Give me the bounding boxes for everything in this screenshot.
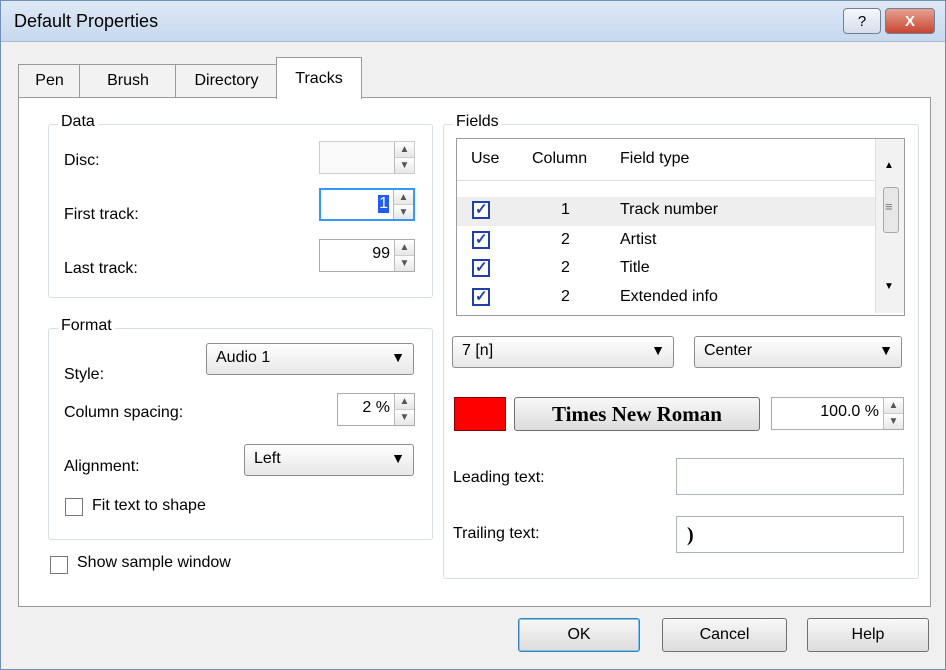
check-icon: ✓ <box>475 259 488 276</box>
last-track-spin-down-icon[interactable]: ▼ <box>394 255 414 271</box>
field-row-title[interactable]: ✓ 2 Title <box>457 255 875 284</box>
show-sample-window-label[interactable]: Show sample window <box>77 554 231 572</box>
tab-brush[interactable]: Brush <box>79 64 177 97</box>
field-type-column-header[interactable]: Field type <box>620 150 689 168</box>
field-row-extended-info[interactable]: ✓ 2 Extended info <box>457 284 875 313</box>
scroll-thumb[interactable]: ≡ <box>883 187 899 233</box>
font-scale-spin-up-icon[interactable]: ▲ <box>883 398 903 414</box>
title-bar: Default Properties ? X <box>1 1 945 42</box>
field-size-dropdown[interactable]: 7 [n] ▼ <box>452 336 674 368</box>
disc-spin-down-icon[interactable]: ▼ <box>394 157 414 173</box>
column-spacing-spin-up-icon[interactable]: ▲ <box>394 394 414 410</box>
track-number-column-value: 1 <box>561 201 570 218</box>
cancel-button[interactable]: Cancel <box>662 618 787 652</box>
font-scale-spinner[interactable]: 100.0 % ▲ ▼ <box>771 397 904 430</box>
last-track-value: 99 <box>372 245 390 262</box>
fit-text-label[interactable]: Fit text to shape <box>92 497 206 515</box>
field-row-artist[interactable]: ✓ 2 Artist <box>457 227 875 256</box>
show-sample-window-checkbox[interactable] <box>50 556 68 574</box>
first-track-spin-down-icon[interactable]: ▼ <box>393 204 413 219</box>
first-track-label: First track: <box>64 206 139 223</box>
disc-spinner[interactable]: ▲ ▼ <box>319 141 415 174</box>
first-track-value: 1 <box>378 195 389 213</box>
column-spacing-value: 2 % <box>362 399 390 416</box>
tab-directory[interactable]: Directory <box>175 64 278 97</box>
field-alignment-dropdown[interactable]: Center ▼ <box>694 336 902 368</box>
extended-info-use-checkbox[interactable]: ✓ <box>472 288 490 306</box>
style-chevron-down-icon: ▼ <box>391 349 405 365</box>
font-select-button[interactable]: Times New Roman <box>514 397 760 431</box>
tab-pen[interactable]: Pen <box>18 64 81 97</box>
track-number-field-type: Track number <box>620 201 719 218</box>
artist-use-checkbox[interactable]: ✓ <box>472 231 490 249</box>
tab-tracks[interactable]: Tracks <box>276 57 362 99</box>
last-track-spin-up-icon[interactable]: ▲ <box>394 240 414 256</box>
leading-text-label: Leading text: <box>453 469 545 486</box>
column-spacing-spinner[interactable]: 2 % ▲ ▼ <box>337 393 415 426</box>
check-icon: ✓ <box>475 231 488 248</box>
field-row-track-number[interactable]: ✓ 1 Track number <box>457 197 875 226</box>
artist-column-value: 2 <box>561 231 570 248</box>
scroll-grip-icon: ≡ <box>885 199 893 214</box>
extended-info-column-value: 2 <box>561 288 570 305</box>
style-value: Audio 1 <box>216 349 271 366</box>
format-group-legend: Format <box>58 317 115 335</box>
column-column-header[interactable]: Column <box>532 150 587 168</box>
last-track-spinner[interactable]: 99 ▲ ▼ <box>319 239 415 272</box>
fields-list-header: Use Column Field type <box>457 139 875 181</box>
check-icon: ✓ <box>475 201 488 218</box>
disc-spin-up-icon[interactable]: ▲ <box>394 142 414 158</box>
fields-group-legend: Fields <box>453 113 502 131</box>
ok-button[interactable]: OK <box>518 618 640 652</box>
window-title: Default Properties <box>14 11 159 31</box>
first-track-spin-up-icon[interactable]: ▲ <box>393 190 413 205</box>
fit-text-checkbox[interactable] <box>65 498 83 516</box>
alignment-value: Left <box>254 450 281 467</box>
title-help-button[interactable]: ? <box>843 8 881 34</box>
column-spacing-label: Column spacing: <box>64 404 184 421</box>
trailing-text-field[interactable]: ) <box>676 516 904 553</box>
font-color-swatch[interactable] <box>454 397 506 431</box>
close-button[interactable]: X <box>885 8 935 34</box>
use-column-header[interactable]: Use <box>471 150 499 168</box>
style-label: Style: <box>64 366 105 383</box>
fields-list[interactable]: Use Column Field type ✓ 1 Track number ✓… <box>456 138 905 316</box>
default-properties-dialog: Default Properties ? X Pen Brush Directo… <box>0 0 946 670</box>
data-group-legend: Data <box>58 113 98 131</box>
font-scale-spin-down-icon[interactable]: ▼ <box>883 413 903 429</box>
alignment-label: Alignment: <box>64 458 140 475</box>
leading-text-field[interactable] <box>676 458 904 495</box>
scroll-down-icon[interactable]: ▼ <box>884 281 894 292</box>
help-button[interactable]: Help <box>807 618 929 652</box>
field-size-value: 7 [n] <box>462 342 494 359</box>
font-scale-value: 100.0 % <box>820 403 879 420</box>
fields-scrollbar[interactable]: ▲ ≡ ▼ <box>875 139 904 313</box>
title-column-value: 2 <box>561 259 570 276</box>
artist-field-type: Artist <box>620 231 657 248</box>
title-field-type: Title <box>620 259 650 276</box>
last-track-label: Last track: <box>64 260 138 277</box>
trailing-text-label: Trailing text: <box>453 525 540 542</box>
trailing-text-value: ) <box>687 524 694 546</box>
field-alignment-chevron-down-icon: ▼ <box>879 342 893 358</box>
field-alignment-value: Center <box>704 342 753 359</box>
alignment-chevron-down-icon: ▼ <box>391 450 405 466</box>
style-dropdown[interactable]: Audio 1 ▼ <box>206 343 414 375</box>
extended-info-field-type: Extended info <box>620 288 718 305</box>
column-spacing-spin-down-icon[interactable]: ▼ <box>394 409 414 425</box>
title-use-checkbox[interactable]: ✓ <box>472 259 490 277</box>
field-size-chevron-down-icon: ▼ <box>651 342 665 358</box>
scroll-up-icon[interactable]: ▲ <box>884 160 894 171</box>
check-icon: ✓ <box>475 288 488 305</box>
first-track-spinner[interactable]: 1 ▲ ▼ <box>319 188 415 221</box>
alignment-dropdown[interactable]: Left ▼ <box>244 444 414 476</box>
disc-label: Disc: <box>64 152 100 169</box>
track-number-use-checkbox[interactable]: ✓ <box>472 201 490 219</box>
